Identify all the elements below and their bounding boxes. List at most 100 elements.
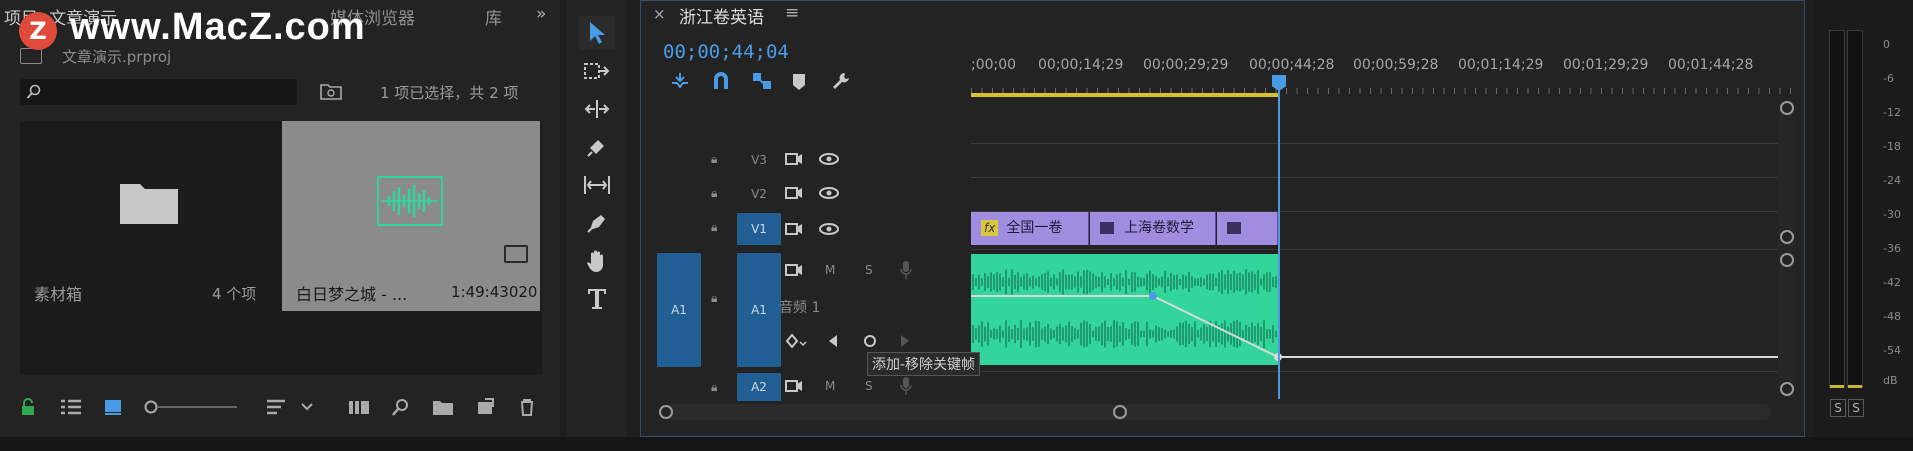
video-clip[interactable]: 上海卷数学 bbox=[1090, 212, 1216, 245]
razor-tool[interactable] bbox=[579, 130, 615, 164]
volume-rubber-band[interactable] bbox=[971, 254, 1801, 365]
close-sequence-button[interactable]: × bbox=[653, 5, 666, 23]
keyframe-options-icon[interactable] bbox=[785, 333, 807, 349]
type-tool[interactable] bbox=[579, 282, 615, 316]
list-view-icon[interactable] bbox=[60, 398, 82, 416]
linked-selection-icon[interactable] bbox=[751, 71, 773, 91]
track-label-v3[interactable]: V3 bbox=[737, 146, 781, 174]
ruler-label: 00;01;14;29 bbox=[1458, 57, 1544, 73]
clip-type-icon bbox=[1227, 222, 1241, 234]
search-input[interactable] bbox=[20, 79, 297, 105]
type-icon bbox=[588, 289, 606, 309]
clip-type-icon bbox=[1100, 222, 1114, 234]
selection-tool[interactable] bbox=[579, 16, 615, 50]
db-scale-label: 0 bbox=[1883, 38, 1890, 51]
video-clip[interactable]: fx 全国一卷 bbox=[971, 212, 1089, 245]
trash-icon[interactable] bbox=[518, 398, 536, 416]
eye-icon[interactable] bbox=[819, 223, 839, 235]
track-label-a1[interactable]: A1 bbox=[737, 253, 781, 367]
sort-icon[interactable] bbox=[266, 398, 286, 416]
scroll-handle[interactable] bbox=[1780, 382, 1794, 396]
razor-icon bbox=[587, 140, 604, 157]
insert-nest-icon[interactable] bbox=[669, 71, 691, 91]
track-label-v1[interactable]: V1 bbox=[737, 213, 781, 245]
ruler-label: ;00;00 bbox=[971, 57, 1017, 73]
next-keyframe-icon[interactable] bbox=[899, 334, 911, 348]
playhead-timecode[interactable]: 00;00;44;04 bbox=[663, 41, 789, 63]
sequence-tab[interactable]: 浙江卷英语 bbox=[679, 3, 764, 28]
track-label-v2[interactable]: V2 bbox=[737, 180, 781, 208]
mute-button[interactable]: M bbox=[825, 263, 835, 277]
zoom-slider[interactable] bbox=[143, 398, 239, 416]
slip-tool[interactable] bbox=[579, 168, 615, 202]
lock-track-icon[interactable]: 🔒︎ bbox=[711, 186, 717, 201]
keyframe-marker[interactable] bbox=[1149, 292, 1157, 300]
find-icon[interactable] bbox=[392, 398, 410, 416]
zoom-scroll-handle-left[interactable] bbox=[659, 405, 673, 419]
work-area-bar[interactable] bbox=[971, 93, 1278, 97]
microphone-icon[interactable] bbox=[899, 376, 913, 396]
tab-libraries[interactable]: 库 bbox=[485, 4, 502, 29]
meter-channel-left bbox=[1829, 30, 1845, 388]
track-select-tool[interactable] bbox=[579, 54, 615, 88]
arrow-icon bbox=[590, 22, 605, 44]
scroll-handle[interactable] bbox=[1780, 253, 1794, 267]
solo-right-button[interactable]: S bbox=[1848, 399, 1864, 417]
sync-lock-icon[interactable] bbox=[785, 186, 803, 200]
sync-lock-icon[interactable] bbox=[785, 263, 803, 277]
eye-icon[interactable] bbox=[819, 187, 839, 199]
sync-lock-icon[interactable] bbox=[785, 222, 803, 236]
pen-tool[interactable] bbox=[579, 206, 615, 240]
solo-button[interactable]: S bbox=[865, 379, 873, 393]
audio-meter: 0 -6 -12 -18 -24 -30 -36 -42 -48 -54 dB S S bbox=[1813, 0, 1913, 437]
scroll-handle[interactable] bbox=[1780, 101, 1794, 115]
vertical-scrollbar[interactable] bbox=[1778, 105, 1796, 397]
eye-icon[interactable] bbox=[819, 153, 839, 165]
ruler-label: 00;00;29;29 bbox=[1143, 57, 1229, 73]
panel-overflow-icon[interactable]: » bbox=[536, 4, 546, 24]
horizontal-scrollbar[interactable] bbox=[663, 404, 1771, 420]
sequence-menu-icon[interactable]: ≡ bbox=[785, 3, 799, 23]
bin-tile[interactable]: 素材箱 4 个项 bbox=[20, 121, 280, 311]
source-patch-a1[interactable]: A1 bbox=[657, 253, 701, 367]
ripple-edit-tool[interactable] bbox=[579, 92, 615, 126]
wrench-icon[interactable] bbox=[831, 71, 851, 91]
hand-tool[interactable] bbox=[579, 244, 615, 278]
chevron-down-icon[interactable] bbox=[300, 398, 314, 416]
clip-label: 上海卷数学 bbox=[1124, 220, 1194, 236]
add-marker-icon[interactable] bbox=[791, 73, 807, 91]
db-scale-label: -24 bbox=[1883, 174, 1901, 187]
lock-track-icon[interactable]: 🔒︎ bbox=[711, 220, 717, 235]
project-file-name: 文章演示.prproj bbox=[62, 48, 172, 66]
track-label-a2[interactable]: A2 bbox=[737, 373, 781, 401]
new-bin-icon[interactable] bbox=[432, 398, 454, 416]
video-clip[interactable] bbox=[1217, 212, 1278, 245]
solo-left-button[interactable]: S bbox=[1830, 399, 1846, 417]
db-scale-label: dB bbox=[1883, 374, 1898, 387]
lock-track-icon[interactable]: 🔒︎ bbox=[711, 380, 717, 395]
sync-lock-icon[interactable] bbox=[785, 379, 803, 393]
automate-to-sequence-icon[interactable] bbox=[348, 398, 370, 416]
fx-badge: fx bbox=[981, 220, 999, 236]
new-item-icon[interactable] bbox=[476, 398, 494, 416]
add-remove-keyframe-icon[interactable] bbox=[863, 334, 877, 348]
selection-info: 1 项已选择，共 2 项 bbox=[380, 84, 519, 102]
sync-lock-icon[interactable] bbox=[785, 152, 803, 166]
zoom-scroll-handle-right[interactable] bbox=[1113, 405, 1127, 419]
mute-button[interactable]: M bbox=[825, 379, 835, 393]
lock-track-icon[interactable]: 🔒︎ bbox=[711, 152, 717, 167]
db-scale-label: -48 bbox=[1883, 310, 1901, 323]
db-scale-label: -18 bbox=[1883, 140, 1901, 153]
watermark-badge: Z bbox=[19, 12, 57, 50]
icon-view-icon[interactable] bbox=[104, 398, 122, 416]
microphone-icon[interactable] bbox=[899, 260, 913, 280]
solo-button[interactable]: S bbox=[865, 263, 873, 277]
snap-magnet-icon[interactable] bbox=[711, 71, 731, 91]
previous-keyframe-icon[interactable] bbox=[827, 334, 839, 348]
clip-tile[interactable]: 白日梦之城 - ... 1:49:43020 bbox=[282, 121, 540, 311]
scroll-handle[interactable] bbox=[1780, 230, 1794, 244]
lock-track-icon[interactable]: 🔒︎ bbox=[711, 291, 717, 306]
lock-icon[interactable] bbox=[20, 398, 36, 416]
db-scale-label: -30 bbox=[1883, 208, 1901, 221]
new-search-bin-icon[interactable] bbox=[320, 82, 342, 100]
